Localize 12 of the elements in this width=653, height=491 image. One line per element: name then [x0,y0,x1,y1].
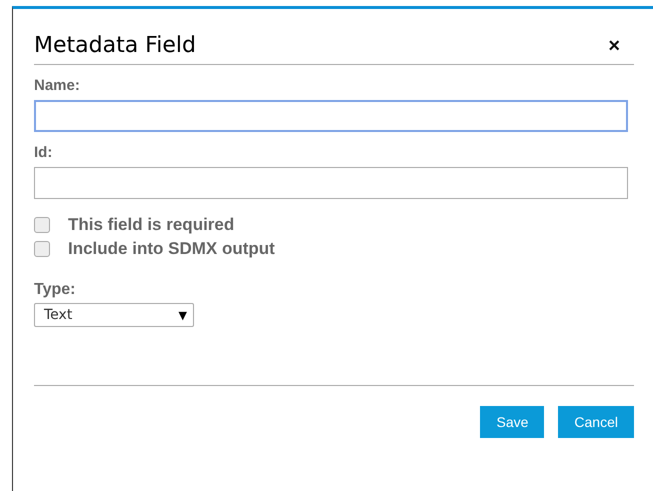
field-label: Type: [34,281,76,299]
input-field[interactable] [34,167,628,199]
field-label: Id: [34,144,54,161]
checkbox[interactable] [34,241,50,257]
type-dropdown[interactable]: Text ▼ [34,303,194,327]
dialog-title: Metadata Field [34,33,196,58]
field-label: Name: [34,77,81,94]
close-button[interactable]: × [608,36,634,56]
checkbox[interactable] [34,217,50,233]
checkbox-label: This field is required [68,215,234,235]
input-field[interactable] [34,100,628,132]
checkbox-label: Include into SDMX output [68,239,275,259]
